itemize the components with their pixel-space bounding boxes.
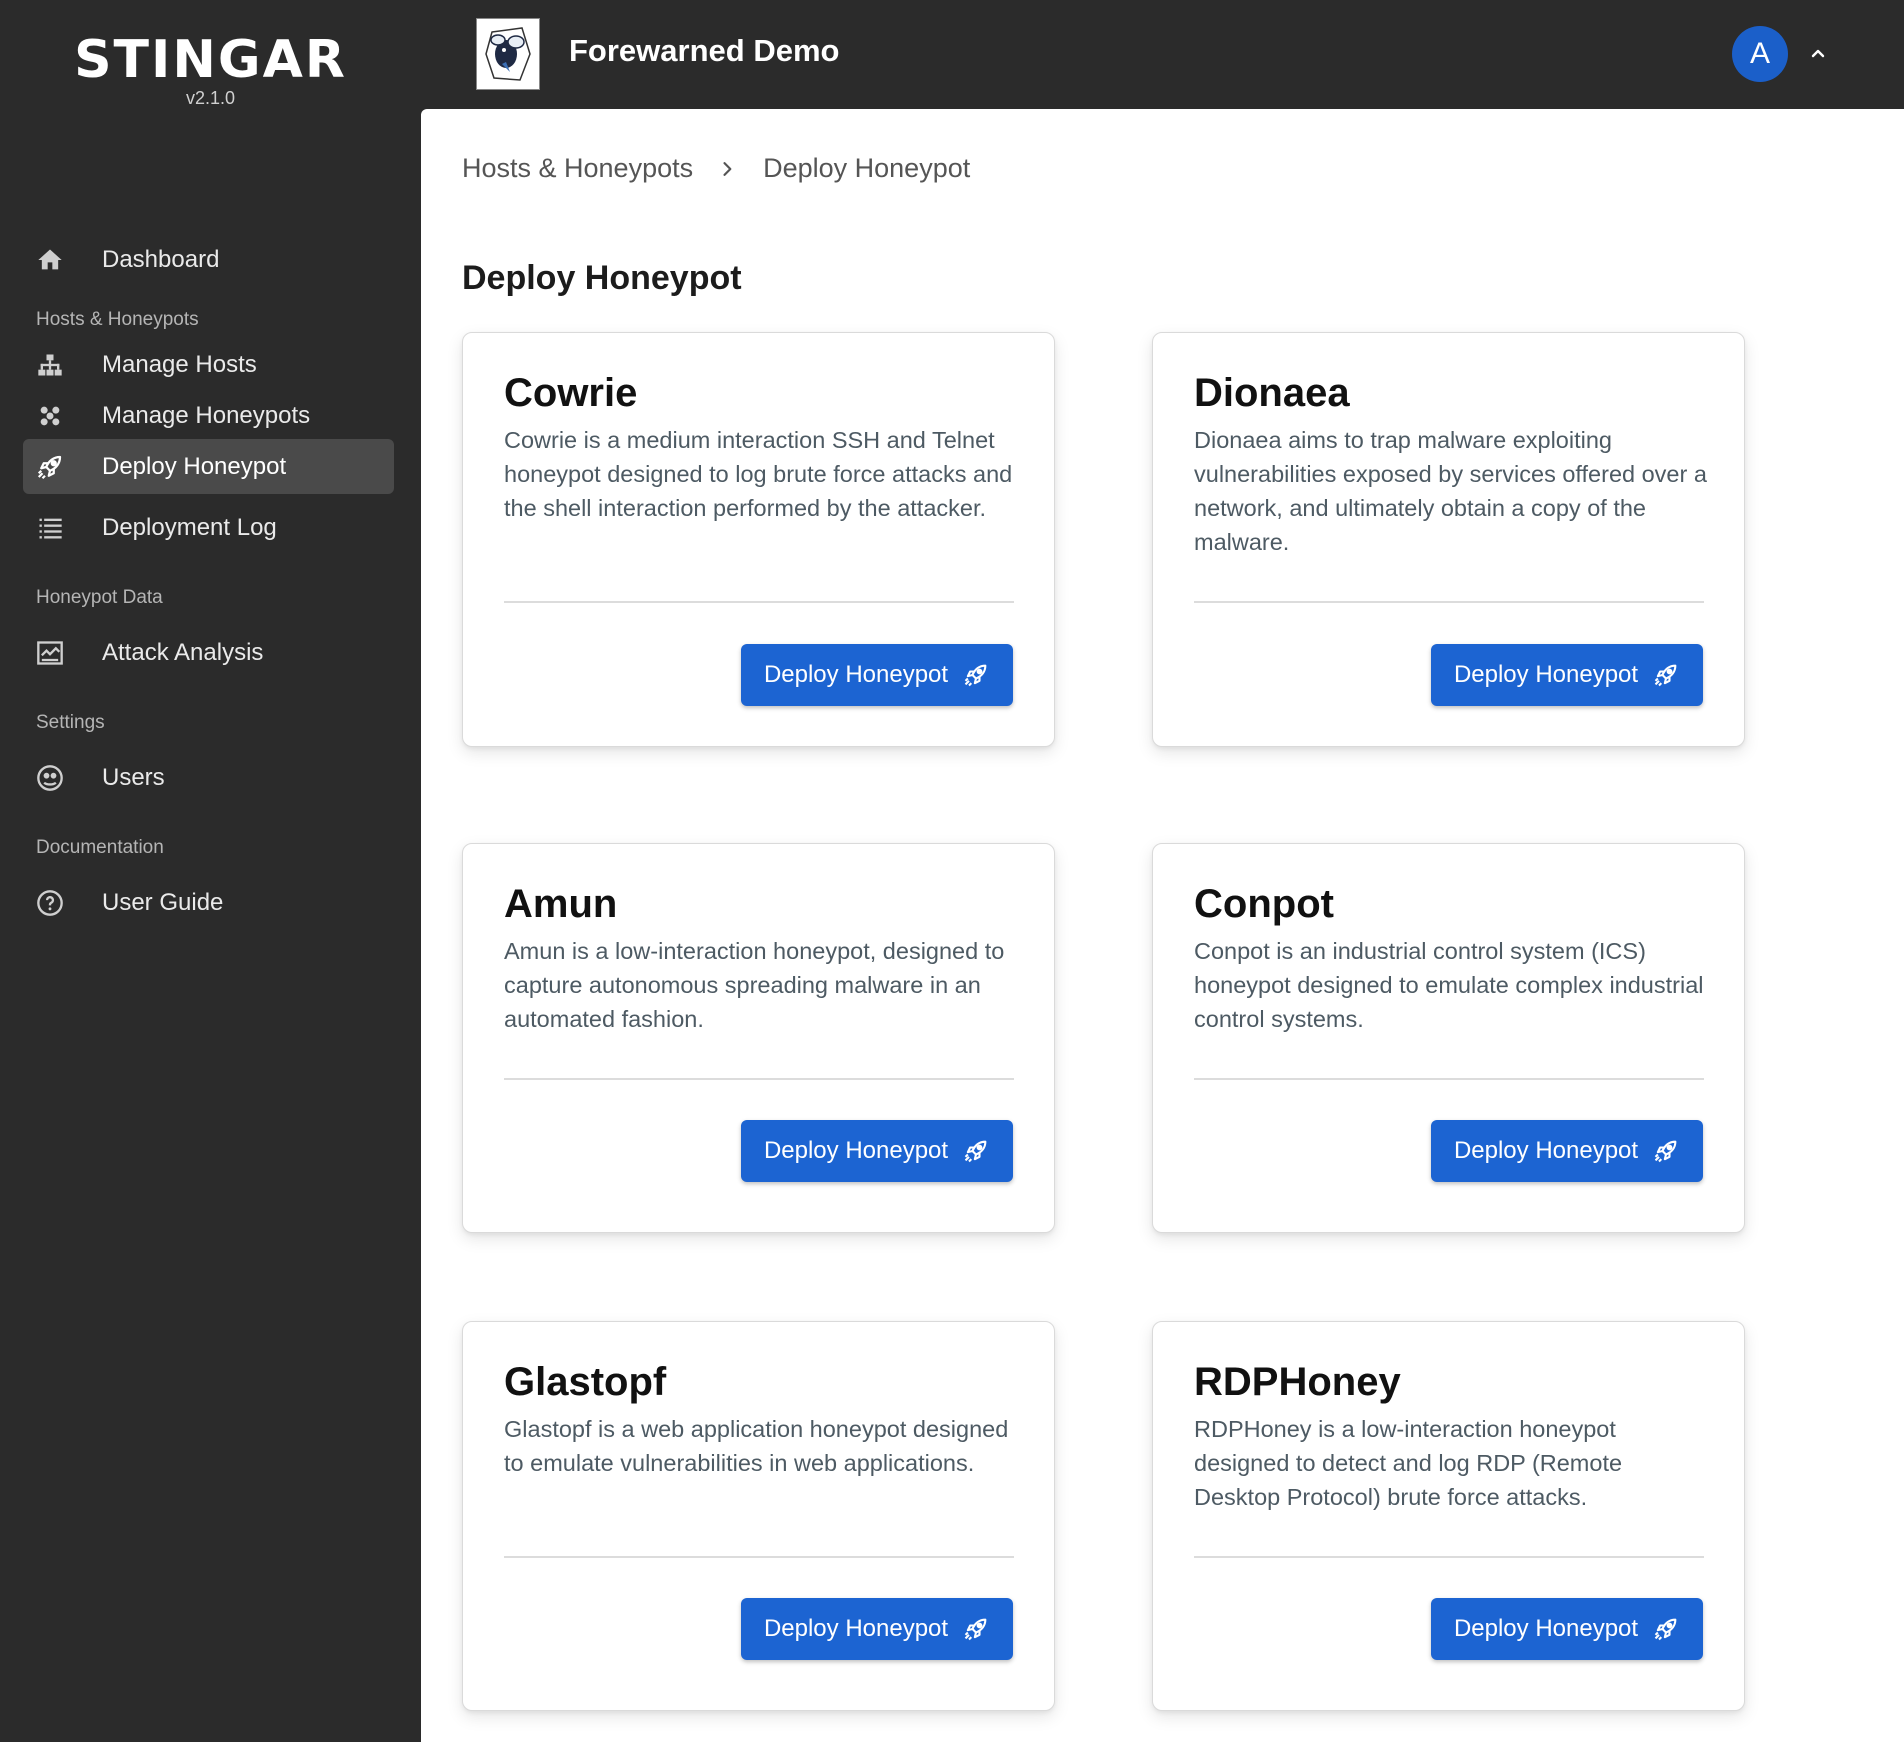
- sidebar-item-label: Manage Honeypots: [102, 401, 311, 429]
- card-title: RDPHoney: [1194, 1360, 1401, 1404]
- org-name: Forewarned Demo: [569, 33, 840, 68]
- user-avatar[interactable]: A: [1732, 26, 1788, 82]
- brand-logo[interactable]: STINGAR v2.1.0: [0, 30, 421, 109]
- card-description: Dionaea aims to trap malware exploiting …: [1194, 427, 1707, 555]
- sidebar-item-manage-honeypots[interactable]: Manage Honeypots: [23, 388, 394, 443]
- users-icon: [35, 763, 65, 793]
- honeypot-card-amun: Amun Amun is a low-interaction honeypot,…: [462, 843, 1055, 1233]
- card-divider: [1194, 1078, 1704, 1080]
- sidebar-item-label: Deploy Honeypot: [102, 452, 287, 480]
- card-divider: [1194, 601, 1704, 603]
- sidebar-item-dashboard[interactable]: Dashboard: [23, 232, 394, 287]
- page-title: Deploy Honeypot: [462, 259, 742, 297]
- honeypot-card-glastopf: Glastopf Glastopf is a web application h…: [462, 1321, 1055, 1711]
- button-label: Deploy Honeypot: [1453, 661, 1639, 688]
- card-divider: [504, 601, 1014, 603]
- button-label: Deploy Honeypot: [763, 1615, 949, 1642]
- sidebar-item-deploy-honeypot[interactable]: Deploy Honeypot: [23, 439, 394, 494]
- breadcrumb-current: Deploy Honeypot: [763, 153, 971, 183]
- sidebar-section-hosts: Hosts & Honeypots: [36, 309, 199, 330]
- card-title: Dionaea: [1194, 371, 1350, 415]
- sidebar-section-honeypot-data: Honeypot Data: [36, 587, 163, 608]
- rocket-icon: [962, 661, 990, 689]
- button-label: Deploy Honeypot: [763, 1137, 949, 1164]
- honeypot-card-rdphoney: RDPHoney RDPHoney is a low-interaction h…: [1152, 1321, 1745, 1711]
- card-title: Conpot: [1194, 882, 1334, 926]
- main-content: Hosts & Honeypots Deploy Honeypot Deploy…: [421, 109, 1904, 1742]
- deploy-honeypot-button[interactable]: Deploy Honeypot: [741, 1120, 1013, 1182]
- deploy-honeypot-button[interactable]: Deploy Honeypot: [1431, 1598, 1703, 1660]
- honeypot-card-conpot: Conpot Conpot is an industrial control s…: [1152, 843, 1745, 1233]
- card-description: Glastopf is a web application honeypot d…: [504, 1416, 1009, 1476]
- sidebar-item-attack-analysis[interactable]: Attack Analysis: [23, 625, 394, 680]
- card-divider: [504, 1556, 1014, 1558]
- sidebar-section-settings: Settings: [36, 712, 105, 733]
- sidebar-item-label: Users: [102, 763, 165, 791]
- card-title: Cowrie: [504, 371, 638, 415]
- card-description: Conpot is an industrial control system (…: [1194, 938, 1704, 1032]
- brand-name: STINGAR: [74, 30, 347, 90]
- honeypot-card-cowrie: Cowrie Cowrie is a medium interaction SS…: [462, 332, 1055, 747]
- hornet-mascot-icon: [485, 27, 531, 81]
- sidebar: STINGAR v2.1.0 Dashboard Hosts & Honeypo…: [0, 0, 421, 1742]
- rocket-icon: [1652, 661, 1680, 689]
- sidebar-item-users[interactable]: Users: [23, 750, 394, 805]
- honeypots-icon: [35, 401, 65, 431]
- button-label: Deploy Honeypot: [1453, 1615, 1639, 1642]
- card-title: Glastopf: [504, 1360, 667, 1404]
- sidebar-item-deployment-log[interactable]: Deployment Log: [23, 500, 394, 555]
- button-label: Deploy Honeypot: [763, 661, 949, 688]
- chevron-right-icon: [717, 159, 737, 179]
- home-icon: [35, 245, 65, 275]
- sidebar-item-label: Deployment Log: [102, 513, 277, 541]
- sidebar-section-documentation: Documentation: [36, 837, 164, 858]
- sidebar-item-manage-hosts[interactable]: Manage Hosts: [23, 337, 394, 392]
- help-icon: [35, 888, 65, 918]
- card-divider: [504, 1078, 1014, 1080]
- rocket-icon: [35, 452, 65, 482]
- brand-version: v2.1.0: [185, 88, 236, 108]
- sidebar-item-label: Manage Hosts: [102, 350, 257, 378]
- sidebar-item-label: User Guide: [102, 888, 224, 916]
- sidebar-item-label: Dashboard: [102, 245, 220, 273]
- list-icon: [35, 513, 65, 543]
- card-description: Amun is a low-interaction honeypot, desi…: [504, 938, 1005, 1032]
- rocket-icon: [1652, 1137, 1680, 1165]
- breadcrumb: Hosts & Honeypots Deploy Honeypot: [462, 153, 970, 184]
- deploy-honeypot-button[interactable]: Deploy Honeypot: [1431, 644, 1703, 706]
- hosts-icon: [35, 350, 65, 380]
- org-logo[interactable]: [476, 18, 540, 90]
- honeypot-card-dionaea: Dionaea Dionaea aims to trap malware exp…: [1152, 332, 1745, 747]
- card-title: Amun: [504, 882, 618, 926]
- sidebar-item-user-guide[interactable]: User Guide: [23, 875, 394, 930]
- deploy-honeypot-button[interactable]: Deploy Honeypot: [741, 644, 1013, 706]
- sidebar-item-label: Attack Analysis: [102, 638, 264, 666]
- breadcrumb-parent-link[interactable]: Hosts & Honeypots: [462, 153, 693, 184]
- card-description: Cowrie is a medium interaction SSH and T…: [504, 427, 1013, 521]
- rocket-icon: [962, 1615, 990, 1643]
- card-description: RDPHoney is a low-interaction honeypot d…: [1194, 1416, 1623, 1510]
- deploy-honeypot-button[interactable]: Deploy Honeypot: [1431, 1120, 1703, 1182]
- rocket-icon: [1652, 1615, 1680, 1643]
- chevron-up-icon[interactable]: [1806, 42, 1830, 66]
- button-label: Deploy Honeypot: [1453, 1137, 1639, 1164]
- card-divider: [1194, 1556, 1704, 1558]
- deploy-honeypot-button[interactable]: Deploy Honeypot: [741, 1598, 1013, 1660]
- analysis-icon: [35, 638, 65, 668]
- rocket-icon: [962, 1137, 990, 1165]
- top-bar: Forewarned Demo A: [421, 0, 1904, 109]
- sidebar-nav: Dashboard Hosts & Honeypots Manage Hosts…: [23, 232, 394, 930]
